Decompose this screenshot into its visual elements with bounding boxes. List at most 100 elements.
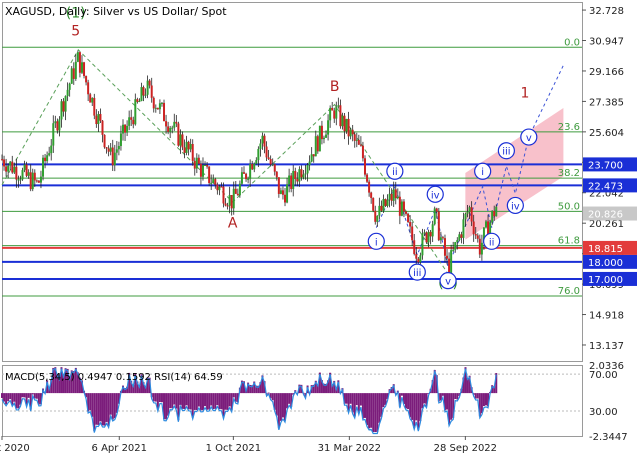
y-tick-label: 30.947	[589, 37, 624, 48]
macd-bar	[31, 393, 34, 395]
macd-bar	[185, 393, 188, 406]
y-tick-label: 29.166	[589, 67, 624, 78]
y-tick-label: 27.385	[589, 97, 624, 108]
candle-body	[189, 143, 192, 150]
candle-body	[345, 118, 348, 132]
macd-bar	[17, 393, 20, 409]
candle-body	[121, 124, 124, 134]
candle-body	[132, 119, 135, 125]
candle-body	[376, 215, 379, 222]
candle-body	[134, 99, 137, 125]
macd-bar	[183, 393, 186, 409]
candle-body	[64, 96, 67, 112]
candle-body	[103, 134, 106, 148]
candle-body	[294, 170, 297, 179]
macd-bar	[193, 393, 196, 410]
candle-body	[480, 242, 483, 255]
candle-body	[62, 101, 65, 112]
candle-body	[105, 147, 108, 149]
candle-body	[130, 117, 133, 120]
candle-body	[230, 195, 233, 209]
candle-body	[275, 171, 278, 178]
candle-body	[245, 173, 248, 180]
macd-bar	[208, 393, 211, 410]
candle-body	[27, 172, 30, 176]
macd-bar	[376, 393, 379, 433]
current-price-tag: 20.826	[588, 210, 623, 221]
candle-body	[220, 186, 223, 188]
macd-bar	[214, 393, 217, 409]
y-tick-label: 32.728	[589, 6, 624, 17]
macd-bar	[405, 393, 408, 409]
indicator-axis-label: 70.00	[589, 370, 618, 381]
x-tick-label: 31 Mar 2022	[318, 443, 381, 454]
candle-body	[234, 188, 237, 194]
candle-body	[271, 164, 274, 166]
candle-body	[405, 211, 408, 214]
candle-body	[160, 102, 163, 104]
candle-body	[288, 175, 291, 185]
macd-bar	[111, 393, 114, 420]
candle-body	[5, 166, 8, 172]
candle-body	[392, 189, 395, 201]
fib-level-label: 23.6	[558, 122, 580, 133]
candle-body	[388, 193, 391, 200]
candle-body	[210, 182, 213, 184]
macd-bar	[476, 393, 479, 399]
wave-label: 5	[71, 23, 80, 39]
wave-circle-label: v	[445, 277, 451, 288]
candle-body	[267, 157, 270, 160]
candle-body	[236, 193, 239, 196]
fib-level-label: 76.0	[558, 286, 580, 297]
candle-body	[398, 196, 401, 216]
macd-bar	[279, 393, 282, 421]
wave-circle-label: i	[375, 237, 378, 248]
candle-body	[417, 258, 420, 263]
macd-bar	[454, 393, 457, 400]
candle-body	[101, 120, 104, 135]
macd-bar	[204, 393, 207, 407]
candle-body	[281, 190, 284, 195]
candle-body	[378, 205, 381, 216]
candle-body	[437, 211, 440, 241]
candle-body	[384, 199, 387, 206]
macd-bar	[345, 393, 348, 404]
candle-body	[185, 141, 188, 153]
candle-body	[115, 149, 118, 153]
candle-body	[413, 240, 416, 255]
macd-bar	[212, 393, 215, 410]
candle-body	[322, 137, 325, 140]
candle-body	[206, 164, 209, 167]
candle-body	[177, 123, 180, 146]
candle-body	[74, 61, 77, 79]
fib-level-label: 61.8	[558, 236, 580, 247]
candle-body	[187, 141, 190, 150]
candle-body	[216, 184, 219, 191]
candle-body	[390, 193, 393, 201]
candle-body	[80, 62, 83, 73]
macd-bar	[97, 393, 100, 425]
wave-circle-label: ii	[392, 167, 398, 178]
candle-body	[478, 238, 481, 255]
candle-body	[277, 177, 280, 194]
macd-bar	[169, 393, 172, 409]
candle-body	[163, 102, 166, 122]
candle-body	[212, 179, 215, 183]
macd-bar	[1, 393, 3, 398]
candle-body	[218, 186, 221, 191]
candle-body	[140, 87, 143, 101]
candle-body	[450, 250, 453, 275]
candle-body	[325, 134, 328, 138]
candle-body	[372, 197, 375, 211]
macd-bar	[171, 393, 174, 409]
candle-body	[111, 147, 114, 166]
candle-body	[339, 105, 342, 127]
candle-body	[253, 163, 256, 170]
candle-body	[396, 196, 399, 199]
macd-bar	[191, 393, 194, 418]
candle-body	[261, 135, 264, 144]
macd-bar	[368, 393, 371, 429]
candle-body	[25, 164, 28, 176]
candle-body	[35, 180, 38, 182]
candle-body	[439, 237, 442, 241]
